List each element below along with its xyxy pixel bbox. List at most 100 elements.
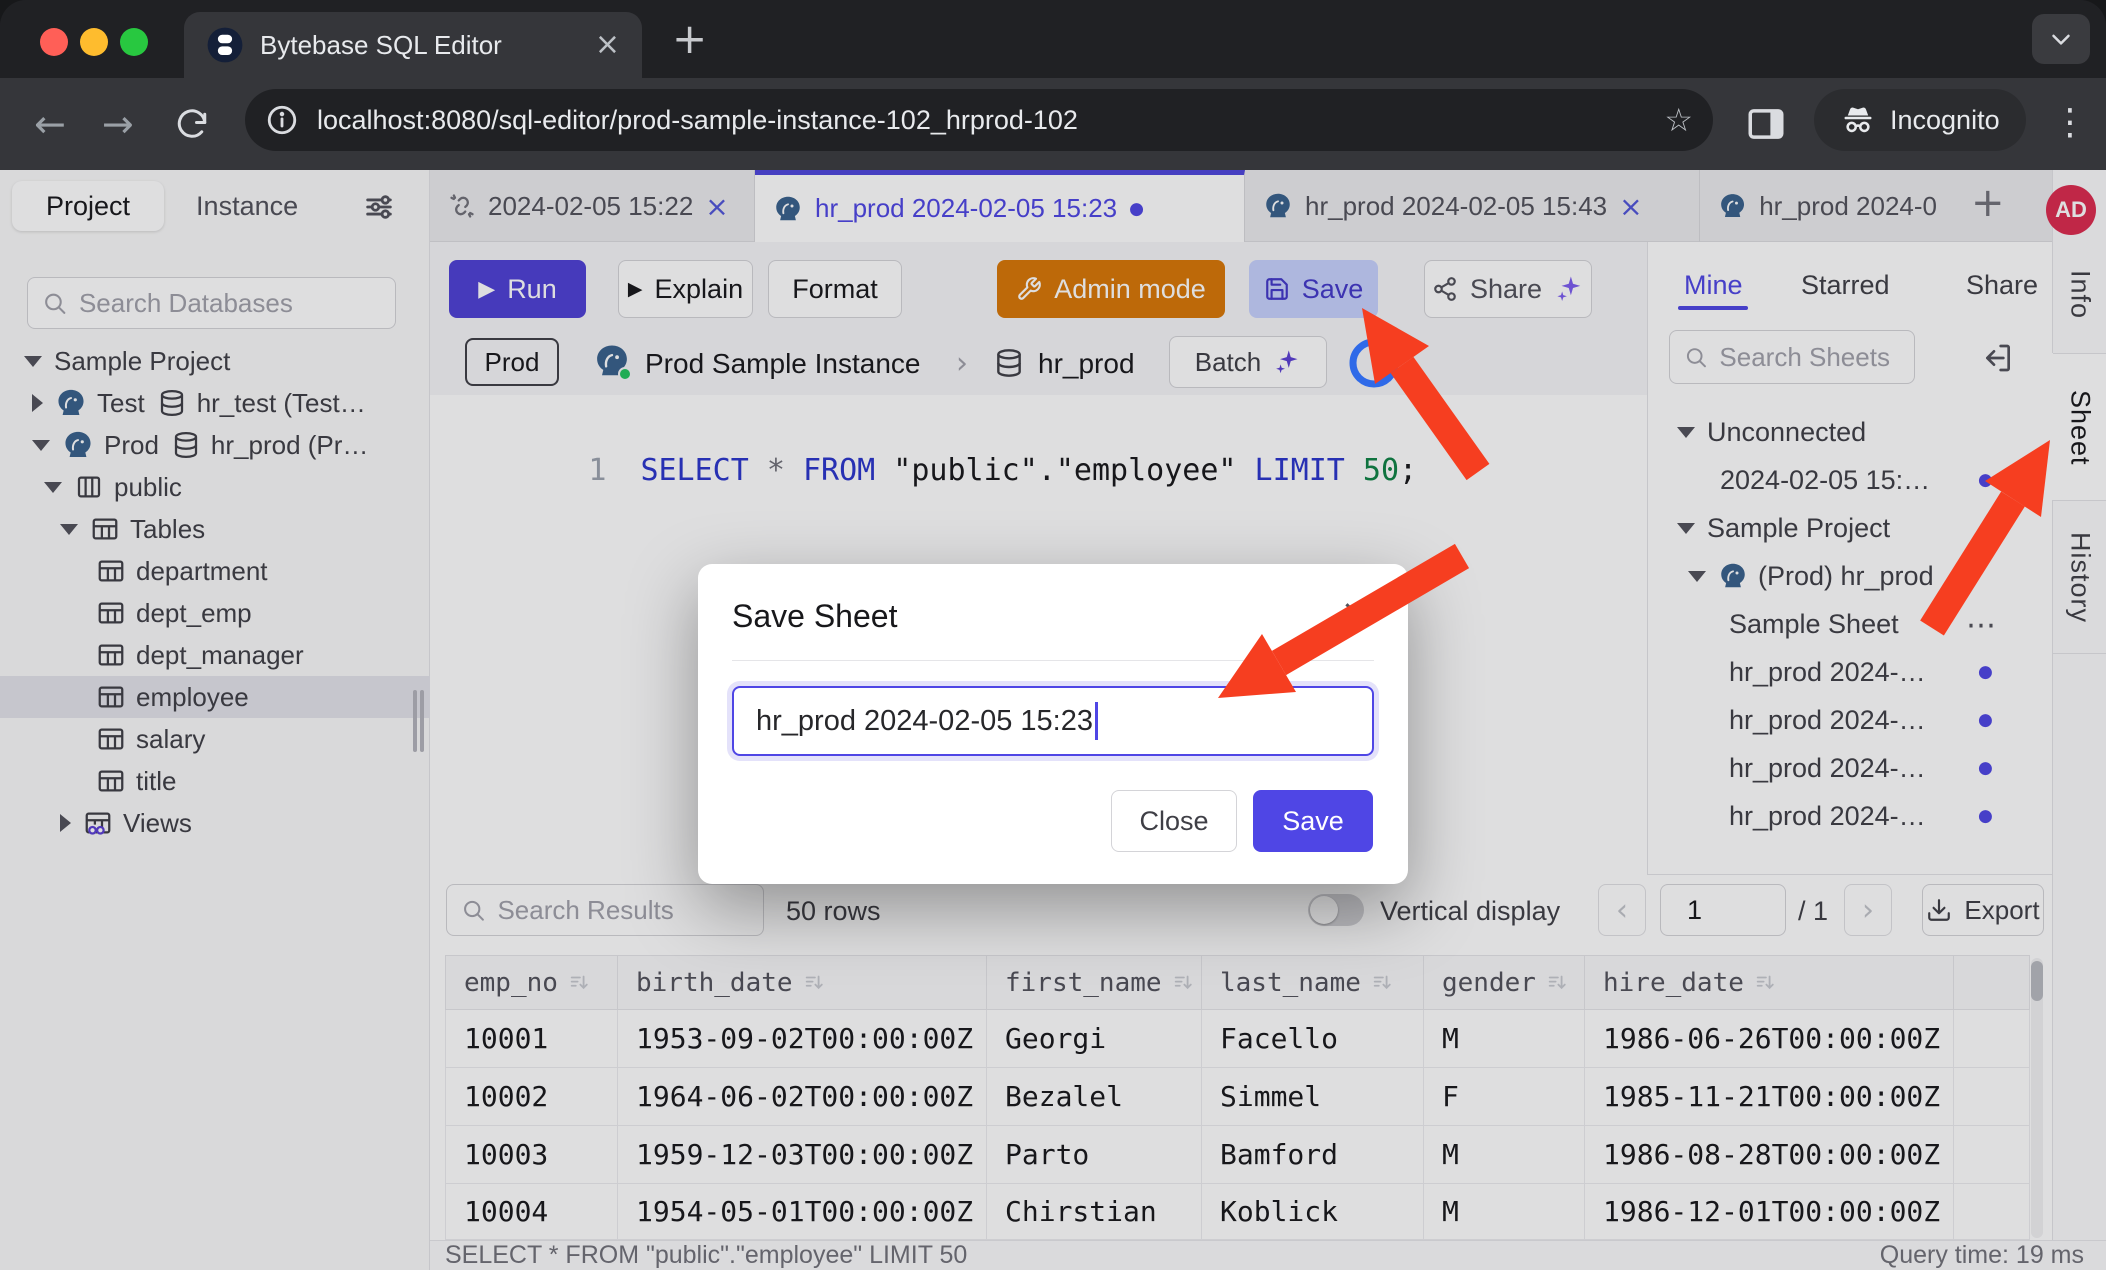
search-results-field[interactable] [446, 884, 764, 936]
sidebar-resize-handle[interactable] [413, 690, 417, 752]
tree-item-table-title[interactable]: title [0, 760, 430, 802]
url-bar[interactable]: localhost:8080/sql-editor/prod-sample-in… [245, 89, 1713, 151]
column-header[interactable]: first_name [987, 955, 1202, 1010]
run-button[interactable]: ▶ Run [449, 260, 586, 318]
table-cell[interactable]: 10003 [445, 1126, 618, 1184]
caret-down-icon[interactable] [60, 524, 78, 535]
browser-tab[interactable]: Bytebase SQL Editor × [184, 12, 642, 78]
search-databases-input[interactable] [79, 288, 381, 319]
table-cell[interactable]: M [1424, 1010, 1585, 1068]
format-button[interactable]: Format [768, 260, 902, 318]
tree-item-project[interactable]: Sample Project [0, 340, 430, 382]
explain-button[interactable]: ▶ Explain [618, 260, 753, 318]
table-cell[interactable]: Koblick [1202, 1184, 1424, 1240]
table-cell[interactable]: Facello [1202, 1010, 1424, 1068]
caret-right-icon[interactable] [32, 394, 43, 412]
minimize-window-button[interactable] [80, 28, 108, 56]
sidebar-resize-handle[interactable] [420, 690, 424, 752]
table-cell[interactable]: Parto [987, 1126, 1202, 1184]
batch-button[interactable]: Batch [1169, 336, 1327, 388]
table-cell[interactable]: F [1424, 1068, 1585, 1126]
tab-project[interactable]: Project [12, 181, 164, 231]
table-cell[interactable]: 10004 [445, 1184, 618, 1240]
table-cell[interactable]: Simmel [1202, 1068, 1424, 1126]
sort-icon[interactable] [568, 972, 590, 994]
sort-icon[interactable] [803, 972, 825, 994]
bookmark-star-icon[interactable]: ☆ [1664, 101, 1693, 139]
table-cell[interactable]: 1954-05-01T00:00:00Z [618, 1184, 987, 1240]
table-cell[interactable]: M [1424, 1126, 1585, 1184]
sort-icon[interactable] [1546, 972, 1568, 994]
caret-down-icon[interactable] [44, 482, 62, 493]
results-scrollbar[interactable] [2031, 958, 2043, 1238]
tree-item-table-department[interactable]: department [0, 550, 430, 592]
tree-item-table-salary[interactable]: salary [0, 718, 430, 760]
close-editor-tab-icon[interactable]: × [705, 190, 728, 223]
sheet-tab-starred[interactable]: Starred [1801, 270, 1890, 301]
reload-button[interactable] [174, 106, 210, 142]
editor-tab[interactable]: hr_prod 2024-0 [1700, 170, 1955, 242]
search-results-input[interactable] [497, 895, 749, 926]
environment-badge[interactable]: Prod [465, 338, 559, 386]
maximize-window-button[interactable] [120, 28, 148, 56]
tree-item-table-employee[interactable]: employee [0, 676, 430, 718]
column-header[interactable]: last_name [1202, 955, 1424, 1010]
table-cell[interactable]: Bamford [1202, 1126, 1424, 1184]
tree-item-table-dept-emp[interactable]: dept_emp [0, 592, 430, 634]
sort-icon[interactable] [1172, 972, 1194, 994]
dialog-close-button[interactable]: Close [1111, 790, 1237, 852]
add-editor-tab-button[interactable]: + [1971, 180, 2005, 226]
dialog-save-button[interactable]: Save [1253, 790, 1373, 852]
table-cell[interactable]: M [1424, 1184, 1585, 1240]
tree-item-tables-group[interactable]: Tables [0, 508, 430, 550]
table-cell[interactable]: 1959-12-03T00:00:00Z [618, 1126, 987, 1184]
editor-tab-unsaved[interactable]: 2024-02-05 15:22 × [430, 170, 755, 242]
caret-down-icon[interactable] [24, 356, 42, 367]
column-header[interactable]: birth_date [618, 955, 987, 1010]
sheet-group-unconnected[interactable]: Unconnected [1648, 408, 2053, 456]
close-editor-tab-icon[interactable]: × [1619, 190, 1642, 223]
caret-right-icon[interactable] [60, 814, 71, 832]
sheet-connection[interactable]: (Prod) hr_prod [1648, 552, 2053, 600]
search-databases-field[interactable] [27, 277, 396, 329]
caret-down-icon[interactable] [1677, 427, 1695, 438]
sheet-tab-mine[interactable]: Mine [1684, 270, 1743, 301]
table-cell[interactable]: Chirstian [987, 1184, 1202, 1240]
table-cell[interactable]: Bezalel [987, 1068, 1202, 1126]
filter-sliders-icon[interactable] [362, 190, 396, 224]
table-cell[interactable]: 10001 [445, 1010, 618, 1068]
avatar[interactable]: AD [2046, 185, 2096, 235]
tree-item-table-dept-manager[interactable]: dept_manager [0, 634, 430, 676]
save-button[interactable]: Save [1249, 260, 1378, 318]
caret-down-icon[interactable] [32, 440, 50, 451]
sheet-name-input[interactable]: hr_prod 2024-02-05 15:23 [732, 686, 1374, 756]
more-menu-icon[interactable]: ⋯ [1966, 608, 1996, 643]
tree-item-views-group[interactable]: Views [0, 802, 430, 844]
sheet-tab-share[interactable]: Share [1966, 270, 2038, 301]
table-cell[interactable]: 1986-12-01T00:00:00Z [1585, 1184, 1954, 1240]
table-cell[interactable]: 1986-08-28T00:00:00Z [1585, 1126, 1954, 1184]
prev-page-button[interactable]: ‹ [1598, 884, 1646, 936]
tree-item-schema-public[interactable]: public [0, 466, 430, 508]
caret-down-icon[interactable] [1688, 571, 1706, 582]
breadcrumb-database[interactable]: hr_prod [1038, 348, 1135, 380]
tab-instance[interactable]: Instance [164, 191, 330, 222]
back-button[interactable]: ← [34, 105, 66, 143]
close-dialog-icon[interactable]: × [1340, 594, 1372, 632]
side-tab-history[interactable]: History [2053, 515, 2106, 640]
sort-icon[interactable] [1754, 972, 1776, 994]
table-cell[interactable]: 1986-06-26T00:00:00Z [1585, 1010, 1954, 1068]
sort-icon[interactable] [1371, 972, 1393, 994]
tree-item-database-prod[interactable]: Prod hr_prod (Pr… [0, 424, 430, 466]
breadcrumb-instance[interactable]: Prod Sample Instance [645, 348, 921, 380]
browser-menu-icon[interactable]: ⋮ [2052, 102, 2088, 143]
table-cell[interactable]: 1953-09-02T00:00:00Z [618, 1010, 987, 1068]
table-cell[interactable]: 1964-06-02T00:00:00Z [618, 1068, 987, 1126]
column-header[interactable]: emp_no [445, 955, 618, 1010]
editor-tab-active[interactable]: hr_prod 2024-02-05 15:23 ● [755, 170, 1245, 242]
column-header[interactable]: gender [1424, 955, 1585, 1010]
search-sheets-field[interactable] [1669, 330, 1915, 384]
next-page-button[interactable]: › [1844, 884, 1892, 936]
admin-mode-button[interactable]: Admin mode [997, 260, 1225, 318]
side-tab-sheet[interactable]: Sheet [2053, 365, 2106, 490]
